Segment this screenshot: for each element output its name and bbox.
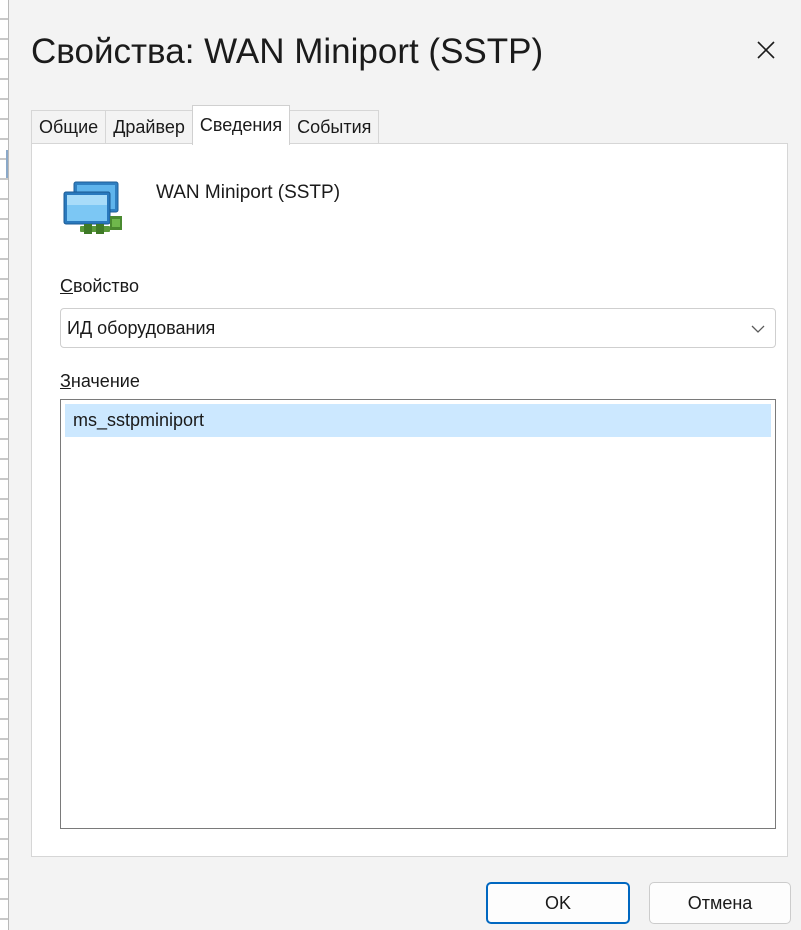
tab-details[interactable]: Сведения (191, 105, 291, 145)
cancel-button[interactable]: Отмена (649, 882, 791, 924)
value-listbox[interactable]: ms_sstpminiport (60, 399, 776, 829)
details-panel: WAN Miniport (SSTP) Свойство ИД оборудов… (31, 143, 788, 857)
dialog-title: Свойства: WAN Miniport (SSTP) (31, 32, 544, 71)
list-item[interactable]: ms_sstpminiport (65, 404, 771, 437)
property-label-accelerator: С (60, 276, 73, 296)
network-adapter-icon (63, 181, 122, 234)
property-label-text: войство (73, 276, 140, 296)
property-select[interactable]: ИД оборудования (60, 308, 776, 348)
close-button[interactable] (741, 28, 791, 72)
device-name: WAN Miniport (SSTP) (156, 182, 341, 203)
dialog-footer: OK Отмена (9, 860, 801, 930)
background-window-edge (0, 0, 8, 930)
tab-driver[interactable]: Драйвер (105, 110, 193, 144)
property-select-value: ИД оборудования (67, 318, 216, 338)
value-label: Значение (60, 371, 140, 392)
properties-dialog: Свойства: WAN Miniport (SSTP) Общие Драй… (8, 0, 801, 930)
title-bar: Свойства: WAN Miniport (SSTP) (9, 0, 801, 98)
tab-general[interactable]: Общие (31, 110, 107, 144)
close-icon (757, 41, 775, 59)
tab-strip: Общие Драйвер Сведения События (31, 105, 380, 145)
chevron-down-icon (751, 325, 765, 333)
tab-events[interactable]: События (289, 110, 380, 144)
property-label: Свойство (60, 276, 139, 297)
ok-button[interactable]: OK (486, 882, 630, 924)
value-label-text: начение (70, 371, 140, 391)
value-label-accelerator: З (60, 371, 71, 391)
